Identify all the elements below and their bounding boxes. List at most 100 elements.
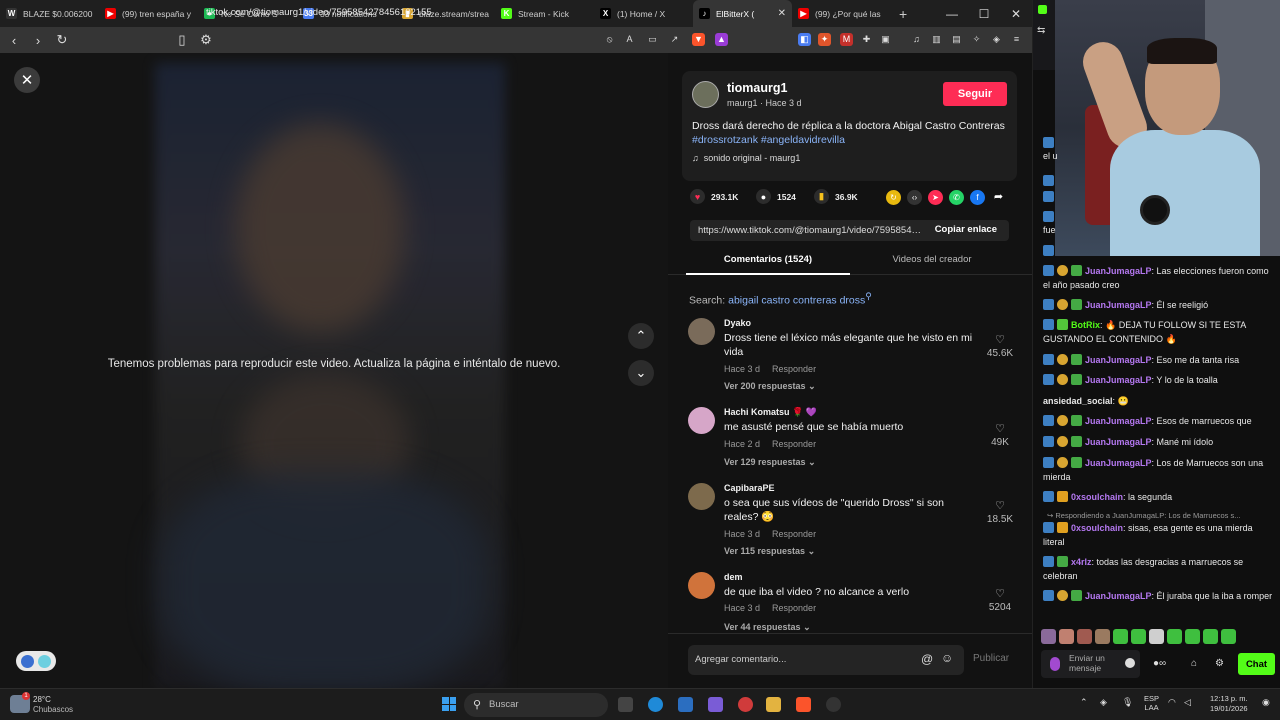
floating-player-toggle[interactable]	[16, 651, 56, 671]
menu-icon[interactable]: ≡	[1010, 33, 1023, 46]
sound-link[interactable]: ♫ sonido original - maurg1	[692, 153, 800, 163]
reader-mode-icon[interactable]: ⦸	[603, 33, 616, 46]
browser-tab[interactable]: ▶ (99) tren españa y	[99, 0, 198, 27]
commenter-name[interactable]: Hachi Komatsu 🌹 💜	[724, 407, 817, 418]
mention-icon[interactable]: @	[921, 652, 933, 666]
tray-microphone-icon[interactable]: 🎙	[1122, 697, 1133, 708]
taskbar-clock[interactable]: 12:13 p. m. 19/01/2026	[1210, 694, 1248, 714]
share-repost-icon[interactable]: ↻	[886, 190, 901, 205]
commenter-name[interactable]: dem	[724, 572, 743, 582]
browser-tab[interactable]: ▶ (99) ¿Por qué las	[792, 0, 891, 27]
commenter-avatar[interactable]	[688, 318, 715, 345]
chat-back-icon[interactable]: ⇆	[1037, 25, 1045, 36]
emote[interactable]	[1149, 629, 1164, 644]
like-button[interactable]: ♥ 293.1K	[690, 189, 738, 204]
settings-icon[interactable]: ⚙	[1215, 658, 1224, 669]
reply-button[interactable]: Responder	[772, 603, 816, 613]
send-icon[interactable]: ➤	[928, 190, 943, 205]
hashtag-link[interactable]: #angeldavidrevilla	[761, 134, 845, 146]
weather-description[interactable]: Chubascos	[33, 705, 73, 714]
translate-icon[interactable]: A	[623, 33, 636, 46]
commenter-avatar[interactable]	[688, 483, 715, 510]
copilot-icon[interactable]	[708, 697, 723, 712]
search-suggestion[interactable]: Search: abigail castro contreras dross⚲	[689, 291, 872, 307]
brave-rewards-icon[interactable]: ▲	[715, 33, 728, 46]
forward-icon[interactable]: ›	[28, 30, 48, 50]
previous-video-button[interactable]: ⌃	[628, 323, 654, 349]
emote[interactable]	[1059, 629, 1074, 644]
new-tab-button[interactable]: +	[899, 6, 907, 22]
cast-icon[interactable]: ▭	[646, 33, 659, 46]
wallet-icon[interactable]: ▤	[950, 33, 963, 46]
chat-username[interactable]: 0xsoulchain	[1071, 492, 1123, 502]
chat-username[interactable]: JuanJumagaLP	[1085, 416, 1152, 426]
commenter-avatar[interactable]	[688, 572, 715, 599]
comment-like-button[interactable]: ♡ 45.6K	[982, 333, 1018, 359]
emote[interactable]	[1113, 629, 1128, 644]
reply-button[interactable]: Responder	[772, 439, 816, 449]
next-video-button[interactable]: ⌄	[628, 360, 654, 386]
media-icon[interactable]: ♫	[910, 33, 923, 46]
chat-username[interactable]: JuanJumagaLP	[1085, 266, 1152, 276]
sidebar-icon[interactable]: ▥	[930, 33, 943, 46]
store-app-icon[interactable]	[678, 697, 693, 712]
chat-send-button[interactable]: Chat	[1238, 653, 1275, 675]
chat-username[interactable]: JuanJumagaLP	[1085, 458, 1152, 468]
chat-username[interactable]: JuanJumagaLP	[1085, 300, 1152, 310]
commenter-name[interactable]: Dyako	[724, 318, 751, 328]
emote[interactable]	[1077, 629, 1092, 644]
chat-username[interactable]: JuanJumagaLP	[1085, 591, 1152, 601]
video-player[interactable]: ✕ Tenemos problemas para reproducir este…	[0, 53, 668, 688]
author-name[interactable]: tiomaurg1	[727, 81, 787, 95]
obs-icon[interactable]	[826, 697, 841, 712]
microphone-icon[interactable]	[1050, 657, 1060, 671]
chat-username[interactable]: x4rlz	[1071, 557, 1092, 567]
brave-shield-icon[interactable]: ▼	[692, 33, 705, 46]
emoji-icon[interactable]: ☺	[941, 651, 953, 665]
store-icon[interactable]: ⌂	[1191, 658, 1197, 669]
browser-tab[interactable]: ♪ ElBitterX (✕	[693, 0, 792, 27]
chat-username[interactable]: 0xsoulchain	[1071, 523, 1123, 533]
view-replies-button[interactable]: Ver 115 respuestas ⌄	[724, 546, 815, 557]
file-explorer-icon[interactable]	[766, 697, 781, 712]
emote[interactable]	[1041, 629, 1056, 644]
ai-icon[interactable]: ✧	[970, 33, 983, 46]
comment-like-button[interactable]: ♡ 18.5K	[982, 499, 1018, 525]
close-window-button[interactable]: ✕	[1000, 0, 1032, 27]
input-language[interactable]: ESP LAA	[1144, 694, 1159, 712]
minimize-button[interactable]: —	[936, 0, 968, 27]
extension-translate-icon[interactable]: ◧	[798, 33, 811, 46]
close-tab-icon[interactable]: ✕	[778, 8, 786, 19]
taskbar-search[interactable]: ⚲ Buscar	[464, 693, 608, 717]
comment-like-button[interactable]: ♡ 5204	[982, 587, 1018, 613]
extensions-icon[interactable]: ✚	[860, 33, 873, 46]
browser-tab[interactable]: K Stream - Kick	[495, 0, 594, 27]
tab-creator-videos[interactable]: Videos del creador	[850, 254, 1014, 265]
embed-icon[interactable]: ‹›	[907, 190, 922, 205]
whatsapp-icon[interactable]: ✆	[949, 190, 964, 205]
tray-overflow-icon[interactable]: ⌃	[1080, 697, 1088, 708]
close-video-button[interactable]: ✕	[14, 67, 40, 93]
vpn-icon[interactable]: ◈	[990, 33, 1003, 46]
emoji-icon[interactable]	[1125, 658, 1135, 668]
post-comment-button[interactable]: Publicar	[973, 653, 1009, 664]
notifications-icon[interactable]: ◉	[1262, 697, 1270, 708]
chat-username[interactable]: JuanJumagaLP	[1085, 355, 1152, 365]
browser-tab[interactable]: X (1) Home / X	[594, 0, 693, 27]
reply-button[interactable]: Responder	[772, 364, 816, 374]
emote[interactable]	[1221, 629, 1236, 644]
chat-message-input[interactable]: Enviar un mensaje	[1041, 650, 1140, 678]
save-button[interactable]: ▮ 36.9K	[814, 189, 858, 204]
emote-picker-icon[interactable]: ●∞	[1153, 658, 1166, 669]
maximize-button[interactable]: ☐	[968, 0, 1000, 27]
bookmark-icon[interactable]: ▯	[172, 30, 192, 50]
tray-app-icon[interactable]: ◈	[1100, 697, 1107, 708]
share-link-url[interactable]: https://www.tiktok.com/@tiomaurg1/video/…	[698, 225, 926, 236]
wifi-icon[interactable]: ◠	[1168, 697, 1176, 708]
view-replies-button[interactable]: Ver 129 respuestas ⌄	[724, 457, 816, 468]
facebook-icon[interactable]: f	[970, 190, 985, 205]
volume-icon[interactable]: ◁	[1184, 697, 1191, 708]
emote[interactable]	[1203, 629, 1218, 644]
commenter-avatar[interactable]	[688, 407, 715, 434]
extension-fox-icon[interactable]: ✦	[818, 33, 831, 46]
